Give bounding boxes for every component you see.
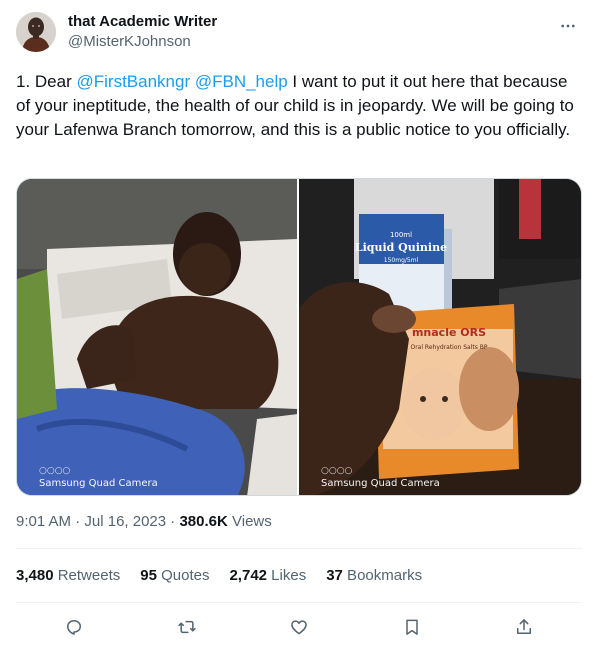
more-icon[interactable] bbox=[558, 16, 578, 36]
quotes-stat[interactable]: 95 Quotes bbox=[140, 566, 209, 586]
photo-child[interactable]: ○○○○ Samsung Quad Camera bbox=[17, 179, 297, 495]
likes-count: 2,742 bbox=[229, 567, 268, 584]
bookmarks-count: 37 bbox=[326, 567, 343, 584]
quotes-count: 95 bbox=[140, 567, 157, 584]
author-names: that Academic Writer @MisterKJohnson bbox=[68, 12, 217, 52]
retweets-label: Retweets bbox=[53, 567, 121, 584]
bookmark-icon[interactable] bbox=[400, 615, 424, 639]
bookmarks-label: Bookmarks bbox=[342, 567, 423, 584]
watermark-circles: ○○○○ bbox=[321, 466, 353, 476]
tweet-header: that Academic Writer @MisterKJohnson bbox=[16, 10, 582, 54]
views-count: 380.6K bbox=[179, 513, 228, 530]
like-icon[interactable] bbox=[287, 615, 311, 639]
divider bbox=[16, 602, 582, 603]
views-label: Views bbox=[227, 513, 272, 530]
quotes-label: Quotes bbox=[156, 567, 210, 584]
likes-stat[interactable]: 2,742 Likes bbox=[229, 566, 306, 586]
avatar[interactable] bbox=[16, 12, 56, 52]
retweets-stat[interactable]: 3,480 Retweets bbox=[16, 566, 120, 586]
divider bbox=[16, 548, 582, 549]
bookmarks-stat[interactable]: 37 Bookmarks bbox=[326, 566, 422, 586]
handle[interactable]: @MisterKJohnson bbox=[68, 32, 217, 52]
tweet-date[interactable]: Jul 16, 2023 bbox=[84, 513, 166, 530]
watermark: ○○○○ Samsung Quad Camera bbox=[39, 466, 158, 489]
engagement-stats: 3,480 Retweets 95 Quotes 2,742 Likes 37 … bbox=[16, 566, 422, 586]
reply-icon[interactable] bbox=[62, 615, 86, 639]
tweet-text-prefix: 1. Dear bbox=[16, 72, 77, 91]
watermark: ○○○○ Samsung Quad Camera bbox=[321, 466, 440, 489]
media-grid: ○○○○ Samsung Quad Camera 100ml Liquid Qu… bbox=[16, 178, 582, 496]
watermark-circles: ○○○○ bbox=[39, 466, 71, 476]
action-bar bbox=[16, 612, 582, 642]
ors-name: mnacle ORS bbox=[412, 326, 486, 339]
likes-label: Likes bbox=[267, 567, 307, 584]
share-icon[interactable] bbox=[512, 615, 536, 639]
tweet: that Academic Writer @MisterKJohnson 1. … bbox=[0, 0, 598, 651]
meta-separator: · bbox=[166, 513, 180, 530]
quinine-dose: 150mg/5ml bbox=[384, 257, 419, 264]
meta-separator: · bbox=[71, 513, 85, 530]
quinine-volume: 100ml bbox=[390, 231, 412, 239]
watermark-text: Samsung Quad Camera bbox=[321, 478, 440, 489]
mention-firstbankngr[interactable]: @FirstBankngr bbox=[76, 72, 190, 91]
retweet-icon[interactable] bbox=[175, 615, 199, 639]
retweets-count: 3,480 bbox=[16, 567, 54, 584]
quinine-name: Liquid Quinine bbox=[355, 241, 447, 254]
mention-fbn-help[interactable]: @FBN_help bbox=[195, 72, 288, 91]
tweet-meta: 9:01 AM · Jul 16, 2023 · 380.6K Views bbox=[16, 512, 272, 532]
photo-medicine[interactable]: 100ml Liquid Quinine 150mg/5ml mnacle OR… bbox=[299, 179, 581, 495]
ors-sub: Oral Rehydration Salts BP bbox=[410, 344, 487, 351]
watermark-text: Samsung Quad Camera bbox=[39, 478, 158, 489]
tweet-time[interactable]: 9:01 AM bbox=[16, 513, 71, 530]
display-name[interactable]: that Academic Writer bbox=[68, 12, 217, 32]
tweet-text: 1. Dear @FirstBankngr @FBN_help I want t… bbox=[16, 70, 582, 142]
